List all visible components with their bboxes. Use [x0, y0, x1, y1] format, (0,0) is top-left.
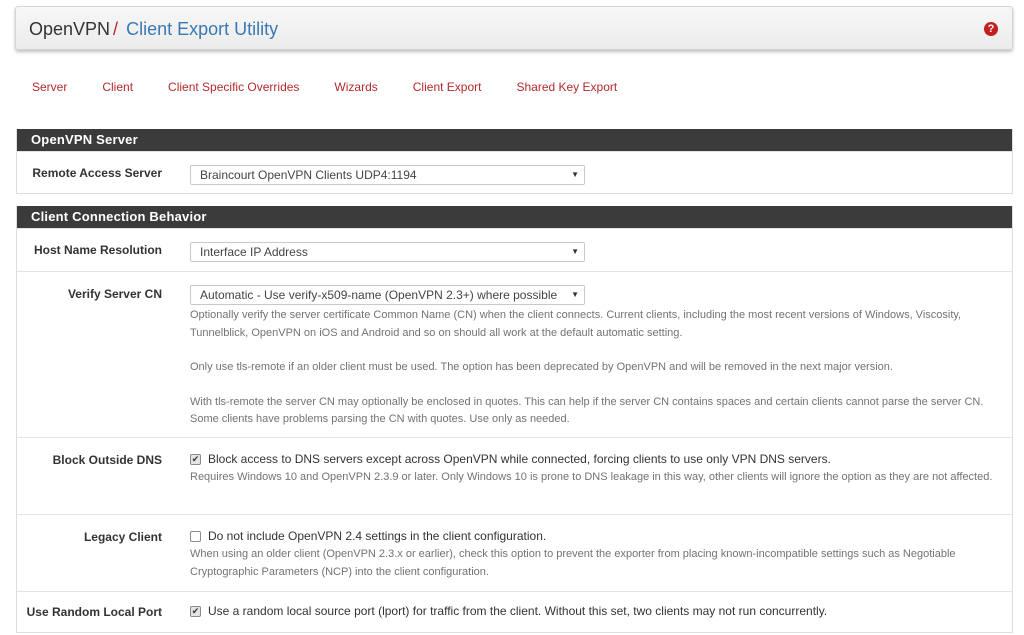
legacy-client-help: When using an older client (OpenVPN 2.3.… — [190, 548, 956, 578]
chevron-down-icon: ▼ — [571, 247, 579, 256]
random-port-label: Use Random Local Port — [26, 605, 162, 619]
tab-bar: Server Client Client Specific Overrides … — [32, 80, 652, 94]
block-dns-checkbox-row: ✔ Block access to DNS servers except acr… — [190, 452, 1004, 466]
block-dns-checkbox[interactable]: ✔ — [190, 453, 201, 465]
help-text: Only use tls-remote if an older client m… — [190, 361, 893, 373]
select-value: Braincourt OpenVPN Clients UDP4:1194 — [200, 168, 417, 182]
block-dns-row: Block Outside DNS ✔ Block access to DNS … — [17, 437, 1012, 514]
host-name-label: Host Name Resolution — [33, 243, 162, 257]
openvpn-server-panel: OpenVPN Server Remote Access Server Brai… — [16, 129, 1013, 194]
select-value: Automatic - Use verify-x509-name (OpenVP… — [200, 288, 558, 302]
breadcrumb-separator: / — [113, 19, 119, 39]
checkbox-label: Use a random local source port (lport) f… — [208, 604, 828, 618]
tab-wizards[interactable]: Wizards — [334, 80, 377, 94]
tab-client-specific-overrides[interactable]: Client Specific Overrides — [168, 80, 299, 94]
verify-cn-label: Verify Server CN — [67, 287, 162, 301]
checkbox-label: Block access to DNS servers except acros… — [208, 452, 831, 466]
legacy-client-checkbox-row: Do not include OpenVPN 2.4 settings in t… — [190, 529, 1004, 543]
question-circle-icon[interactable]: ? — [984, 22, 998, 36]
random-port-row: Use Random Local Port ✔ Use a random loc… — [17, 591, 1012, 632]
panel-heading: Client Connection Behavior — [17, 206, 1012, 228]
random-port-checkbox[interactable]: ✔ — [190, 605, 201, 617]
breadcrumb-parent[interactable]: OpenVPN — [29, 19, 110, 39]
tab-server[interactable]: Server — [32, 80, 67, 94]
legacy-client-checkbox[interactable] — [190, 530, 201, 542]
breadcrumb-current[interactable]: Client Export Utility — [126, 19, 278, 39]
host-name-row: Host Name Resolution Interface IP Addres… — [17, 228, 1012, 271]
verify-cn-select[interactable]: Automatic - Use verify-x509-name (OpenVP… — [190, 285, 585, 305]
legacy-client-row: Legacy Client Do not include OpenVPN 2.4… — [17, 514, 1012, 591]
block-dns-help: Requires Windows 10 and OpenVPN 2.3.9 or… — [190, 471, 993, 483]
chevron-down-icon: ▼ — [571, 290, 579, 299]
remote-access-label: Remote Access Server — [32, 166, 162, 180]
remote-access-row: Remote Access Server Braincourt OpenVPN … — [17, 151, 1012, 193]
block-dns-label: Block Outside DNS — [52, 453, 162, 467]
help-text: Optionally verify the server certificate… — [190, 309, 962, 339]
tab-shared-key-export[interactable]: Shared Key Export — [516, 80, 617, 94]
panel-heading: OpenVPN Server — [17, 129, 1012, 151]
tab-client-export[interactable]: Client Export — [413, 80, 482, 94]
host-name-select[interactable]: Interface IP Address ▼ — [190, 242, 585, 262]
chevron-down-icon: ▼ — [571, 170, 579, 179]
breadcrumb: OpenVPN / Client Export Utility — [29, 19, 278, 40]
random-port-checkbox-row: ✔ Use a random local source port (lport)… — [190, 604, 1012, 618]
help-text: With tls-remote the server CN may option… — [190, 395, 984, 426]
verify-cn-row: Verify Server CN Automatic - Use verify-… — [17, 271, 1012, 437]
client-connection-behavior-panel: Client Connection Behavior Host Name Res… — [16, 206, 1013, 633]
verify-cn-help: Optionally verify the server certificate… — [190, 307, 1012, 429]
remote-access-select[interactable]: Braincourt OpenVPN Clients UDP4:1194 ▼ — [190, 165, 585, 185]
select-value: Interface IP Address — [200, 245, 308, 259]
tab-client[interactable]: Client — [102, 80, 133, 94]
legacy-client-label: Legacy Client — [83, 530, 162, 544]
checkbox-label: Do not include OpenVPN 2.4 settings in t… — [208, 529, 547, 543]
page-header: OpenVPN / Client Export Utility ? — [15, 6, 1013, 50]
